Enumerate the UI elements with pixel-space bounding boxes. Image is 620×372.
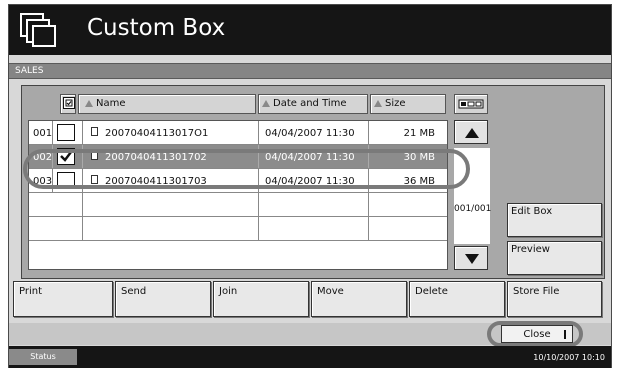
delete-button[interactable]: Delete xyxy=(409,281,505,317)
document-icon xyxy=(91,151,98,160)
sort-triangle-icon xyxy=(374,100,382,107)
list-item[interactable]: 001 20070404113017O1 04/04/2007 11:30 21… xyxy=(29,121,447,145)
sort-by-size-button[interactable]: Size xyxy=(370,94,446,114)
row-number: 001 xyxy=(33,128,53,139)
scroll-up-button[interactable] xyxy=(454,120,488,144)
close-bar-icon xyxy=(564,330,566,339)
status-datetime: 10/10/2007 10:10 xyxy=(533,353,605,362)
list-item[interactable]: 003 2007040411301703 04/04/2007 11:30 36… xyxy=(29,169,447,193)
file-size: 36 MB xyxy=(403,176,435,187)
status-button[interactable]: Status xyxy=(9,349,77,365)
edit-box-button[interactable]: Edit Box xyxy=(507,203,602,237)
file-date: 04/04/2007 11:30 xyxy=(265,152,355,163)
list-scrollbar: 001/001 xyxy=(454,120,491,270)
list-item-empty[interactable] xyxy=(29,193,447,217)
row-checkbox[interactable] xyxy=(57,124,75,141)
custom-box-icon xyxy=(20,13,56,47)
document-icon xyxy=(91,175,98,184)
join-button[interactable]: Join xyxy=(213,281,309,317)
file-date: 04/04/2007 11:30 xyxy=(265,128,355,139)
print-button[interactable]: Print xyxy=(13,281,113,317)
date-column-label: Date and Time xyxy=(273,98,347,109)
page-title: Custom Box xyxy=(87,15,226,41)
row-number: 003 xyxy=(33,176,53,187)
scroll-down-button[interactable] xyxy=(454,246,488,270)
list-item-selected[interactable]: 002 2007040411301702 04/04/2007 11:30 30… xyxy=(29,145,447,169)
arrow-down-icon xyxy=(465,254,479,264)
select-all-checkbox[interactable] xyxy=(60,94,76,114)
box-name: SALES xyxy=(15,66,44,76)
store-file-button[interactable]: Store File xyxy=(507,281,602,317)
checkmark-icon xyxy=(60,151,72,162)
page-indicator: 001/001 xyxy=(454,148,491,244)
sort-by-name-button[interactable]: Name xyxy=(78,94,256,114)
box-name-bar: SALES xyxy=(9,63,611,79)
send-button[interactable]: Send xyxy=(115,281,211,317)
row-number: 002 xyxy=(33,152,53,163)
sort-triangle-icon xyxy=(262,100,270,107)
sort-by-date-button[interactable]: Date and Time xyxy=(258,94,368,114)
file-name: 2007040411301703 xyxy=(105,176,207,187)
move-button[interactable]: Move xyxy=(311,281,407,317)
close-button[interactable]: Close xyxy=(501,325,573,343)
view-toggle-button[interactable] xyxy=(454,94,488,114)
row-checkbox[interactable] xyxy=(57,172,75,189)
custom-box-screen: Custom Box SALES Name Date and Time Size xyxy=(8,4,612,368)
thumbnail-view-icon xyxy=(458,99,484,109)
preview-button[interactable]: Preview xyxy=(507,241,602,275)
document-icon xyxy=(91,127,98,136)
close-label: Close xyxy=(523,329,551,340)
list-item-empty[interactable] xyxy=(29,217,447,241)
title-bar: Custom Box xyxy=(9,5,611,55)
file-name: 2007040411301702 xyxy=(105,152,207,163)
file-name: 20070404113017O1 xyxy=(105,128,209,139)
file-list: 001 20070404113017O1 04/04/2007 11:30 21… xyxy=(28,120,448,270)
file-size: 30 MB xyxy=(403,152,435,163)
name-column-label: Name xyxy=(96,98,126,109)
select-all-check-icon xyxy=(63,97,75,109)
arrow-up-icon xyxy=(465,128,479,138)
status-bar: Status 10/10/2007 10:10 xyxy=(9,346,611,368)
size-column-label: Size xyxy=(385,98,406,109)
file-size: 21 MB xyxy=(403,128,435,139)
sort-triangle-icon xyxy=(85,100,93,107)
row-checkbox-checked[interactable] xyxy=(57,148,75,165)
file-date: 04/04/2007 11:30 xyxy=(265,176,355,187)
